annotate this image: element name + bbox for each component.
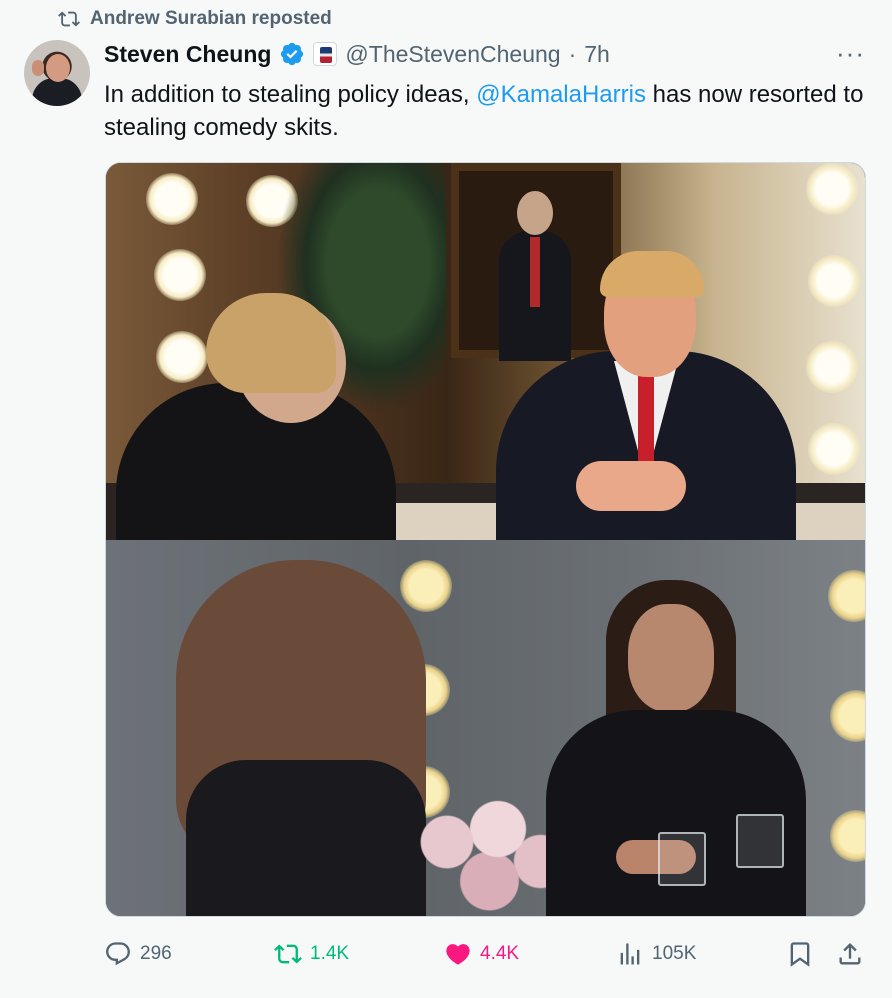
reply-button[interactable]: 296 — [104, 940, 172, 968]
views-button[interactable]: 105K — [616, 940, 696, 968]
repost-count: 1.4K — [310, 943, 350, 964]
tweet-header: Steven Cheung @TheStevenCheung · 7h — [104, 38, 610, 70]
tweet-actions: 296 1.4K 4.4K 105K — [104, 936, 866, 976]
tweet-media-image[interactable] — [105, 162, 866, 917]
views-icon — [620, 943, 640, 965]
tweet-text: In addition to stealing policy ideas, @K… — [104, 78, 864, 144]
tweet-time[interactable]: 7h — [584, 41, 610, 68]
reply-count: 296 — [140, 943, 172, 964]
bookmark-icon — [790, 942, 810, 967]
verified-icon[interactable] — [279, 41, 305, 67]
like-button[interactable]: 4.4K — [444, 940, 519, 968]
share-icon — [839, 943, 861, 965]
tweet-text-before: In addition to stealing policy ideas, — [104, 81, 477, 108]
repost-icon — [274, 944, 302, 964]
repost-button[interactable]: 1.4K — [274, 940, 349, 968]
share-button[interactable] — [836, 940, 864, 968]
meta-separator: · — [568, 40, 577, 67]
like-count: 4.4K — [480, 943, 520, 964]
repost-text: Andrew Surabian reposted — [90, 8, 332, 29]
media-bottom-panel — [106, 540, 865, 916]
repost-context[interactable]: Andrew Surabian reposted — [58, 8, 332, 30]
more-icon[interactable]: ··· — [836, 40, 865, 66]
author-avatar[interactable] — [24, 40, 90, 106]
affiliate-badge-icon[interactable] — [313, 42, 338, 66]
like-icon — [446, 944, 470, 965]
mention-link[interactable]: @KamalaHarris — [476, 81, 646, 108]
author-name[interactable]: Steven Cheung — [104, 41, 271, 68]
media-top-panel — [106, 163, 865, 540]
repost-icon — [58, 11, 80, 27]
reply-icon — [106, 942, 130, 966]
views-count: 105K — [652, 943, 697, 964]
author-handle[interactable]: @TheStevenCheung — [345, 41, 560, 68]
bookmark-button[interactable] — [786, 940, 814, 968]
